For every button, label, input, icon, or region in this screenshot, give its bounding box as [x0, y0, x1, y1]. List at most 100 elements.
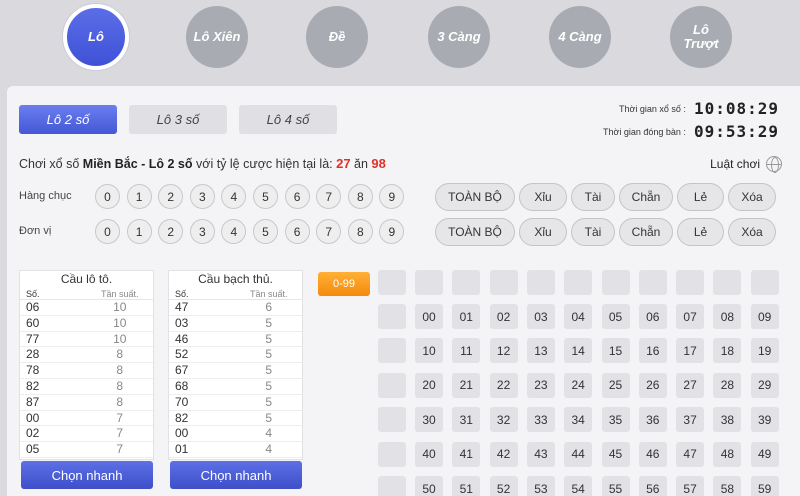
number-cell-29[interactable]: 29: [750, 372, 779, 398]
number-cell-00[interactable]: 00: [415, 304, 443, 329]
row-select-cell[interactable]: [378, 304, 406, 329]
tens-digit-1[interactable]: 1: [126, 184, 152, 209]
units-filter-0[interactable]: TOÀN BỘ: [435, 218, 515, 246]
table-row[interactable]: 06 10: [20, 300, 153, 316]
number-cell-54[interactable]: 54: [564, 476, 593, 496]
tens-digit-8[interactable]: 8: [347, 184, 373, 209]
number-cell-05[interactable]: 05: [601, 304, 630, 329]
quick-pick-button-0[interactable]: Chọn nhanh: [21, 461, 153, 489]
number-cell-19[interactable]: 19: [750, 338, 779, 364]
table-row[interactable]: 77 10: [20, 332, 153, 348]
tens-digit-2[interactable]: 2: [158, 184, 184, 209]
nav-0[interactable]: Lô: [63, 4, 129, 70]
units-digit-5[interactable]: 5: [253, 219, 278, 244]
units-digit-1[interactable]: 1: [126, 219, 152, 244]
units-digit-4[interactable]: 4: [221, 219, 247, 244]
table-row[interactable]: 87 8: [20, 395, 153, 411]
number-cell-27[interactable]: 27: [676, 372, 705, 398]
table-row[interactable]: 67 5: [169, 363, 302, 379]
tens-filter-2[interactable]: Tài: [571, 183, 615, 211]
range-0-99-button[interactable]: 0-99: [318, 272, 370, 296]
table-row[interactable]: 47 6: [169, 300, 302, 316]
number-cell-53[interactable]: 53: [526, 476, 555, 496]
number-cell-39[interactable]: 39: [750, 407, 779, 433]
table-row[interactable]: 82 5: [169, 411, 302, 427]
row-select-cell[interactable]: [378, 338, 406, 364]
number-cell-30[interactable]: 30: [415, 407, 443, 433]
number-cell-13[interactable]: 13: [526, 338, 555, 364]
number-cell-48[interactable]: 48: [713, 441, 742, 467]
number-cell-40[interactable]: 40: [415, 441, 443, 467]
units-filter-5[interactable]: Xóa: [728, 218, 776, 246]
number-cell-44[interactable]: 44: [564, 441, 593, 467]
number-cell-14[interactable]: 14: [564, 338, 593, 364]
tab-lo-2-so[interactable]: Lô 2 số: [19, 105, 117, 134]
number-cell-22[interactable]: 22: [489, 372, 518, 398]
number-cell-26[interactable]: 26: [638, 372, 667, 398]
table-row[interactable]: 60 10: [20, 316, 153, 332]
number-cell-01[interactable]: 01: [452, 304, 481, 329]
number-cell-52[interactable]: 52: [489, 476, 518, 496]
number-cell-10[interactable]: 10: [415, 338, 443, 364]
tens-filter-1[interactable]: Xỉu: [519, 183, 567, 211]
number-cell-12[interactable]: 12: [489, 338, 518, 364]
units-digit-6[interactable]: 6: [284, 219, 310, 244]
number-cell-15[interactable]: 15: [601, 338, 630, 364]
number-cell-38[interactable]: 38: [713, 407, 742, 433]
tens-filter-3[interactable]: Chẵn: [619, 183, 673, 211]
number-cell-24[interactable]: 24: [564, 372, 593, 398]
units-filter-3[interactable]: Chẵn: [619, 218, 673, 246]
tens-digit-3[interactable]: 3: [189, 184, 215, 209]
nav-3[interactable]: 3 Càng: [428, 6, 490, 68]
number-cell-09[interactable]: 09: [750, 304, 779, 329]
table-row[interactable]: 03 5: [169, 316, 302, 332]
number-cell-47[interactable]: 47: [676, 441, 705, 467]
units-digit-0[interactable]: 0: [95, 219, 120, 244]
number-cell-43[interactable]: 43: [526, 441, 555, 467]
number-cell-03[interactable]: 03: [526, 304, 555, 329]
number-cell-51[interactable]: 51: [452, 476, 481, 496]
tens-digit-5[interactable]: 5: [253, 184, 278, 209]
row-select-cell[interactable]: [378, 372, 406, 398]
number-cell-34[interactable]: 34: [564, 407, 593, 433]
number-cell-45[interactable]: 45: [601, 441, 630, 467]
number-cell-59[interactable]: 59: [750, 476, 779, 496]
units-digit-7[interactable]: 7: [316, 219, 342, 244]
number-cell-41[interactable]: 41: [452, 441, 481, 467]
units-filter-4[interactable]: Lẻ: [677, 218, 724, 246]
tens-filter-5[interactable]: Xóa: [728, 183, 776, 211]
units-digit-3[interactable]: 3: [189, 219, 215, 244]
number-cell-42[interactable]: 42: [489, 441, 518, 467]
number-cell-32[interactable]: 32: [489, 407, 518, 433]
number-cell-16[interactable]: 16: [638, 338, 667, 364]
number-cell-04[interactable]: 04: [564, 304, 593, 329]
tens-digit-9[interactable]: 9: [379, 184, 405, 209]
table-row[interactable]: 52 5: [169, 347, 302, 364]
number-cell-36[interactable]: 36: [638, 407, 667, 433]
units-filter-1[interactable]: Xỉu: [519, 218, 567, 246]
nav-4[interactable]: 4 Càng: [549, 6, 611, 68]
nav-2[interactable]: Đề: [306, 6, 368, 68]
row-select-cell[interactable]: [378, 476, 406, 496]
number-cell-55[interactable]: 55: [601, 476, 630, 496]
nav-1[interactable]: Lô Xiên: [186, 6, 248, 68]
tab-lo-4-so[interactable]: Lô 4 số: [239, 105, 337, 134]
units-filter-2[interactable]: Tài: [571, 218, 615, 246]
number-cell-37[interactable]: 37: [676, 407, 705, 433]
number-cell-06[interactable]: 06: [638, 304, 667, 329]
row-select-cell[interactable]: [378, 407, 406, 433]
number-cell-25[interactable]: 25: [601, 372, 630, 398]
units-digit-8[interactable]: 8: [347, 219, 373, 244]
number-cell-17[interactable]: 17: [676, 338, 705, 364]
tens-digit-4[interactable]: 4: [221, 184, 247, 209]
number-cell-28[interactable]: 28: [713, 372, 742, 398]
table-row[interactable]: 02 7: [20, 426, 153, 443]
number-cell-31[interactable]: 31: [452, 407, 481, 433]
number-cell-02[interactable]: 02: [489, 304, 518, 329]
nav-5[interactable]: Lô Trượt: [670, 6, 732, 68]
table-row[interactable]: 01 4: [169, 442, 302, 458]
tens-digit-0[interactable]: 0: [95, 184, 120, 209]
number-cell-35[interactable]: 35: [601, 407, 630, 433]
units-digit-9[interactable]: 9: [379, 219, 405, 244]
tens-digit-7[interactable]: 7: [316, 184, 342, 209]
